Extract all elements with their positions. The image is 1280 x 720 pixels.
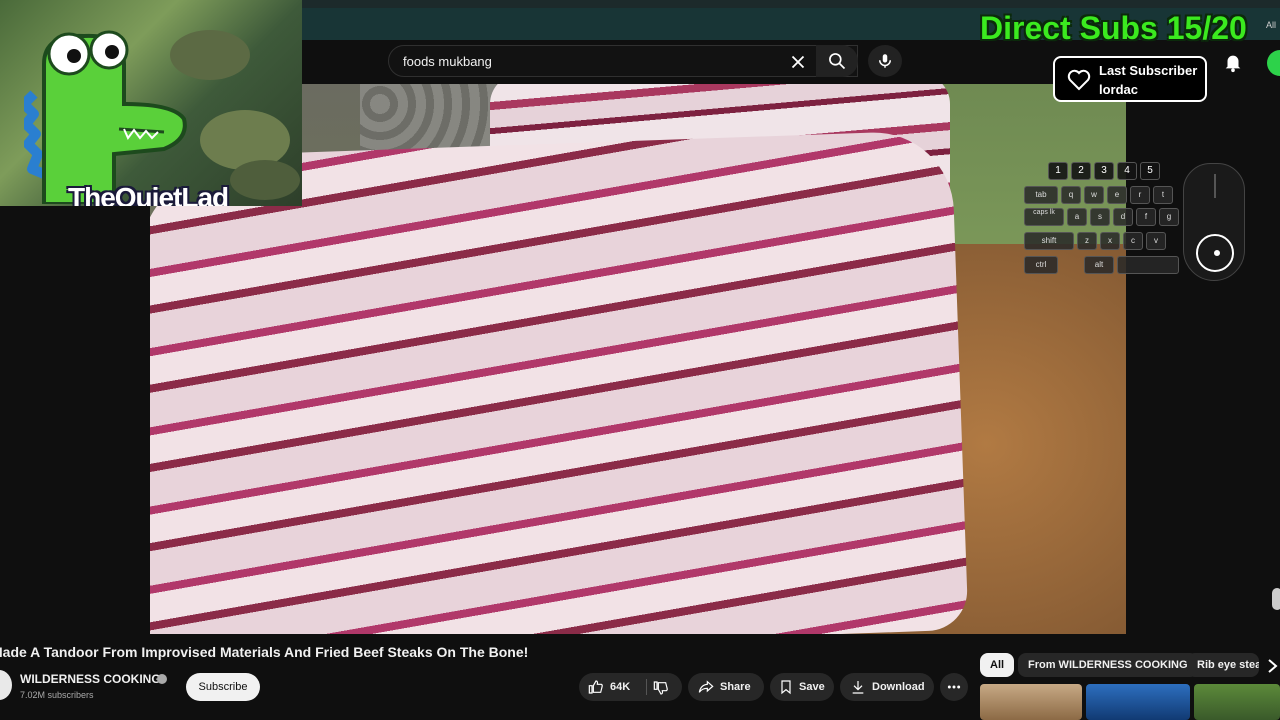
share-icon: [698, 680, 714, 693]
download-label: Download: [872, 681, 925, 693]
save-button[interactable]: Save: [770, 673, 834, 701]
last-subscriber-card: Last Subscriber lordac: [1053, 56, 1207, 102]
all-mini-label[interactable]: All: [1266, 20, 1276, 30]
clear-icon[interactable]: [787, 51, 809, 73]
key: caps lk: [1024, 208, 1064, 226]
key: 4: [1117, 162, 1137, 180]
key: c: [1123, 232, 1143, 250]
last-subscriber-title: Last Subscriber: [1099, 63, 1198, 78]
key: r: [1130, 186, 1150, 204]
key: x: [1100, 232, 1120, 250]
subscribe-button[interactable]: Subscribe: [186, 673, 260, 701]
search-button[interactable]: [816, 45, 858, 77]
like-count[interactable]: 64K: [610, 681, 630, 693]
notifications-icon[interactable]: [1222, 51, 1244, 73]
key: a: [1067, 208, 1087, 226]
chip-all[interactable]: All: [980, 653, 1015, 677]
key: tab: [1024, 186, 1058, 204]
verified-icon: [157, 674, 167, 684]
more-actions-button[interactable]: [940, 673, 968, 701]
key: 2: [1071, 162, 1091, 180]
heart-icon: [1067, 69, 1091, 91]
mouse-overlay-icon: [1183, 163, 1245, 281]
key: z: [1077, 232, 1097, 250]
key: 3: [1094, 162, 1114, 180]
scroll-handle[interactable]: [1272, 588, 1280, 610]
more-icon: [947, 685, 961, 689]
key: d: [1113, 208, 1133, 226]
cam-rock: [230, 160, 300, 200]
key: g: [1159, 208, 1179, 226]
dislike-icon[interactable]: [652, 680, 670, 696]
key: s: [1090, 208, 1110, 226]
search-icon: [829, 53, 846, 70]
mouse-indicator-ring: [1196, 234, 1234, 272]
share-label: Share: [720, 681, 751, 693]
chip-rib-eye-steak[interactable]: Rib eye steak: [1187, 653, 1259, 677]
space-key: [1117, 256, 1179, 274]
direct-subs-counter: Direct Subs 15/20: [980, 10, 1247, 46]
mouse-indicator-dot: [1214, 250, 1220, 256]
video-title: Made A Tandoor From Improvised Materials…: [0, 644, 970, 660]
channel-avatar[interactable]: [0, 670, 12, 700]
thumbnail[interactable]: [1194, 684, 1280, 720]
thumbnail[interactable]: [1086, 684, 1190, 720]
channel-name[interactable]: WILDERNESS COOKING: [20, 672, 161, 686]
account-avatar[interactable]: [1267, 50, 1280, 76]
key: t: [1153, 186, 1173, 204]
like-dislike-group: 64K: [579, 673, 682, 701]
save-label: Save: [799, 681, 825, 693]
mouse-wheel: [1214, 174, 1216, 198]
crocodile-mascot-icon: [24, 30, 187, 204]
download-icon: [852, 681, 864, 694]
key: alt: [1084, 256, 1114, 274]
key: shift: [1024, 232, 1074, 250]
streamer-overlay: TheQuietLad: [0, 0, 302, 206]
mic-icon: [879, 54, 891, 68]
like-icon[interactable]: [587, 679, 605, 695]
cam-label: TheQuietLad: [68, 182, 229, 207]
key: ctrl: [1024, 256, 1058, 274]
search-input[interactable]: foods mukbang: [403, 54, 492, 69]
download-button[interactable]: Download: [840, 673, 934, 701]
chip-from-channel[interactable]: From WILDERNESS COOKING: [1018, 653, 1198, 677]
key: w: [1084, 186, 1104, 204]
chevron-right-icon[interactable]: [1266, 657, 1280, 675]
key: q: [1061, 186, 1081, 204]
channel-subscriber-count: 7.02M subscribers: [20, 690, 94, 700]
key: f: [1136, 208, 1156, 226]
screen: All foods mukbang TheQuietLad Direct Sub…: [0, 0, 1280, 720]
thumbnail[interactable]: [980, 684, 1082, 720]
bookmark-icon: [781, 680, 791, 695]
keyboard-overlay: 1 2 3 4 5 tab q w e r t caps lk a s d f …: [1024, 162, 1184, 282]
like-divider: [646, 679, 647, 695]
search-box[interactable]: foods mukbang: [388, 45, 858, 77]
voice-search-button[interactable]: [868, 45, 902, 77]
key: v: [1146, 232, 1166, 250]
key: 5: [1140, 162, 1160, 180]
key: 1: [1048, 162, 1068, 180]
share-button[interactable]: Share: [688, 673, 764, 701]
last-subscriber-name: lordac: [1099, 82, 1139, 97]
video-title-text: Made A Tandoor From Improvised Materials…: [0, 644, 529, 660]
key: e: [1107, 186, 1127, 204]
